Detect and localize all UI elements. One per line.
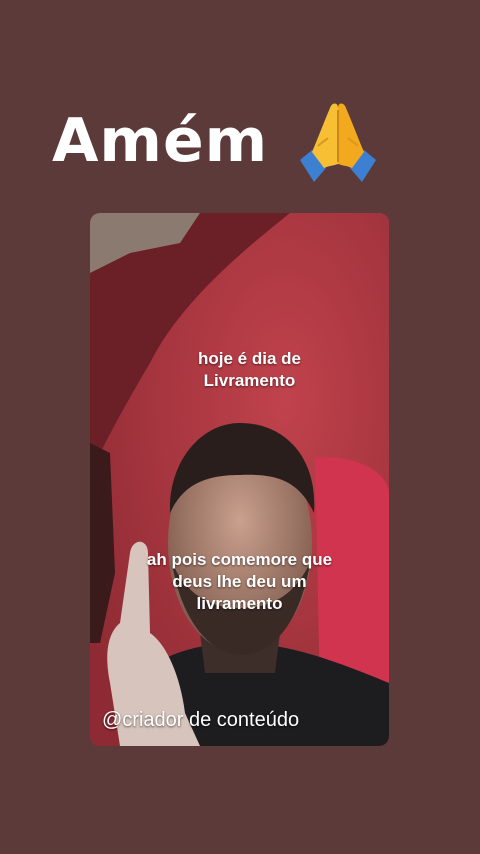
video-frame bbox=[90, 213, 389, 746]
creator-credit: @criador de conteúdo bbox=[102, 709, 300, 731]
video-card[interactable]: hoje é dia de Livramento ah pois comemor… bbox=[90, 213, 389, 746]
caption-middle: ah pois comemore que deus lhe deu um liv… bbox=[146, 550, 333, 613]
folded-hands-icon bbox=[300, 103, 377, 182]
title-row: Amém bbox=[52, 98, 378, 184]
story-canvas: Amém hoje é dia de Livramento ah pois co… bbox=[0, 0, 480, 854]
caption-top: hoje é dia de Livramento bbox=[198, 349, 301, 390]
story-title: Amém bbox=[52, 106, 269, 176]
